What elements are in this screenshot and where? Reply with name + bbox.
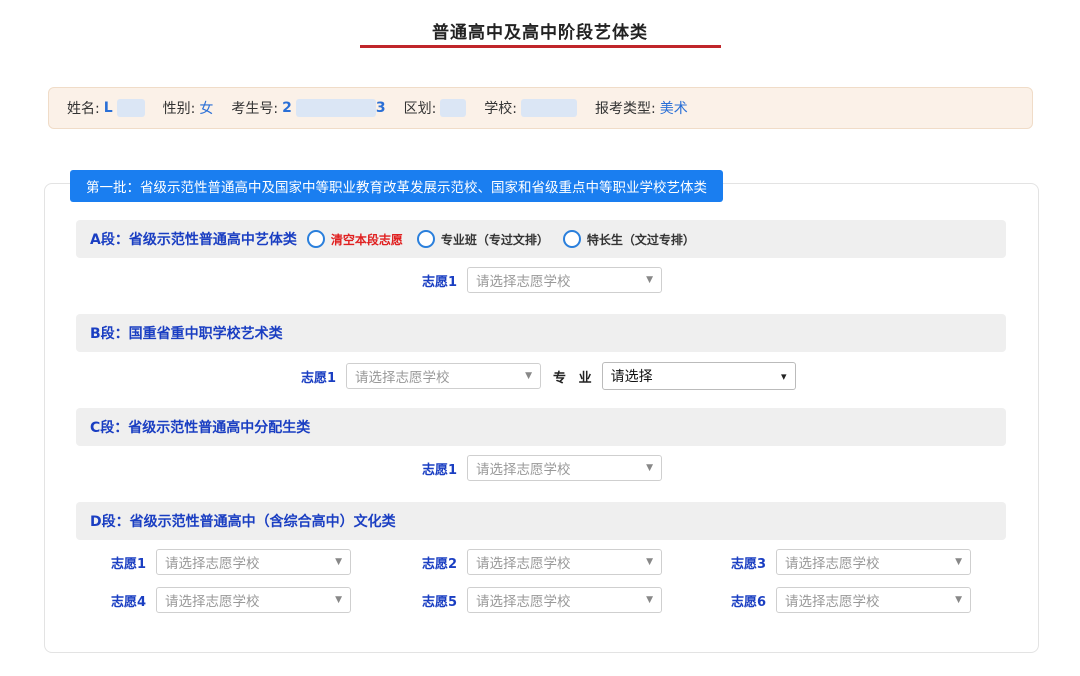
school-select[interactable]: 请选择志愿学校 ▼ bbox=[467, 455, 663, 481]
radio-circle-icon[interactable] bbox=[306, 230, 325, 248]
caret-down-icon: ▼ bbox=[955, 557, 963, 567]
info-gender: 性别: 女 bbox=[163, 98, 214, 118]
school-select-placeholder: 请选择志愿学校 bbox=[165, 556, 260, 572]
caret-down-icon: ▼ bbox=[955, 595, 963, 605]
segment-d-title: D段：省级示范性普通高中（含综合高中）文化类 bbox=[90, 514, 396, 530]
school-select-placeholder: 请选择志愿学校 bbox=[785, 594, 880, 610]
caret-down-icon: ▼ bbox=[525, 371, 533, 381]
exam-no-prefix: 2 bbox=[282, 100, 292, 116]
school-select-placeholder: 请选择志愿学校 bbox=[476, 274, 571, 290]
segment-d-wish-6: 志愿6 请选择志愿学校 ▼ bbox=[731, 587, 972, 613]
radio-circle-icon[interactable] bbox=[416, 230, 435, 248]
segment-a-title: A段：省级示范性普通高中艺体类 bbox=[90, 232, 297, 248]
gender-label: 性别: bbox=[162, 101, 196, 117]
wish-label: 志愿1 bbox=[111, 556, 147, 572]
gender-value: 女 bbox=[199, 101, 214, 117]
school-select[interactable]: 请选择志愿学校 ▼ bbox=[776, 587, 972, 613]
school-select[interactable]: 请选择志愿学校 ▼ bbox=[467, 587, 663, 613]
district-label: 区划: bbox=[403, 101, 437, 117]
wish-label: 志愿5 bbox=[422, 594, 458, 610]
caret-down-icon: ▼ bbox=[646, 557, 654, 567]
name-label: 姓名: bbox=[67, 101, 100, 117]
info-type: 报考类型: 美术 bbox=[595, 98, 688, 118]
exam-no-suffix: 3 bbox=[375, 100, 386, 116]
school-masked bbox=[521, 99, 578, 117]
segment-b-header: B段：国重省重中职学校艺术类 bbox=[76, 314, 1006, 352]
info-school: 学校: bbox=[484, 98, 578, 118]
wish-label: 志愿4 bbox=[111, 594, 147, 610]
segment-d-header: D段：省级示范性普通高中（含综合高中）文化类 bbox=[76, 502, 1006, 540]
caret-down-icon: ▼ bbox=[335, 595, 343, 605]
school-select[interactable]: 请选择志愿学校 ▼ bbox=[776, 549, 972, 575]
caret-down-icon: ▼ bbox=[335, 557, 343, 567]
school-select[interactable]: 请选择志愿学校 ▼ bbox=[156, 549, 352, 575]
segment-a-header: A段：省级示范性普通高中艺体类 清空本段志愿 专业班（专过文排） 特长生（文过专… bbox=[76, 220, 1006, 258]
wish-label: 志愿1 bbox=[422, 274, 458, 290]
school-select[interactable]: 请选择志愿学校 ▼ bbox=[346, 363, 542, 389]
school-select[interactable]: 请选择志愿学校 ▼ bbox=[467, 267, 663, 293]
exam-no-masked bbox=[295, 99, 376, 117]
caret-down-icon: ▼ bbox=[646, 595, 654, 605]
name-masked bbox=[116, 99, 145, 117]
major-label: 专 业 bbox=[553, 370, 596, 386]
school-select[interactable]: 请选择志愿学校 ▼ bbox=[156, 587, 352, 613]
segment-b-title: B段：国重省重中职学校艺术类 bbox=[90, 326, 283, 342]
wish-label: 志愿3 bbox=[731, 556, 767, 572]
segment-c-title: C段：省级示范性普通高中分配生类 bbox=[90, 420, 311, 436]
school-select-placeholder: 请选择志愿学校 bbox=[165, 594, 260, 610]
student-info-bar: 姓名: L 性别: 女 考生号: 2 3 区划: 学校: 报考类型: 美术 bbox=[48, 87, 1033, 129]
radio-clear-segment[interactable]: 清空本段志愿 bbox=[306, 230, 403, 248]
major-select-value: 请选择 bbox=[610, 369, 653, 385]
radio-clear-label: 清空本段志愿 bbox=[330, 232, 403, 247]
segment-d-wish-1: 志愿1 请选择志愿学校 ▼ bbox=[111, 549, 352, 575]
wish-label: 志愿1 bbox=[422, 462, 458, 478]
radio-specialty-label: 特长生（文过专排） bbox=[586, 232, 695, 247]
wish-label: 志愿6 bbox=[731, 594, 767, 610]
school-select-placeholder: 请选择志愿学校 bbox=[476, 556, 571, 572]
chevron-down-icon: ▾ bbox=[781, 369, 787, 383]
wish-label: 志愿2 bbox=[422, 556, 458, 572]
school-select-placeholder: 请选择志愿学校 bbox=[785, 556, 880, 572]
info-district: 区划: bbox=[404, 98, 467, 118]
batch-tab[interactable]: 第一批：省级示范性普通高中及国家中等职业教育改革发展示范校、国家和省级重点中等职… bbox=[70, 170, 723, 202]
segment-c-header: C段：省级示范性普通高中分配生类 bbox=[76, 408, 1006, 446]
radio-circle-icon[interactable] bbox=[562, 230, 581, 248]
exam-no-label: 考生号: bbox=[231, 101, 279, 117]
segment-d-wish-2: 志愿2 请选择志愿学校 ▼ bbox=[422, 549, 663, 575]
segment-d-wish-3: 志愿3 请选择志愿学校 ▼ bbox=[731, 549, 972, 575]
type-label: 报考类型: bbox=[595, 101, 656, 117]
name-value: L bbox=[103, 100, 113, 116]
radio-major-class[interactable]: 专业班（专过文排） bbox=[416, 230, 549, 248]
segment-a-wish-row: 志愿1 请选择志愿学校 ▼ bbox=[422, 267, 663, 293]
segment-c-wish-row: 志愿1 请选择志愿学校 ▼ bbox=[422, 455, 663, 481]
segment-a-options: 清空本段志愿 专业班（专过文排） 特长生（文过专排） bbox=[306, 230, 709, 248]
segment-b-wish-row: 志愿1 请选择志愿学校 ▼ 专 业 请选择 ▾ bbox=[301, 362, 796, 390]
school-select-placeholder: 请选择志愿学校 bbox=[476, 462, 571, 478]
school-select-placeholder: 请选择志愿学校 bbox=[476, 594, 571, 610]
school-select-placeholder: 请选择志愿学校 bbox=[355, 370, 450, 386]
radio-specialty-student[interactable]: 特长生（文过专排） bbox=[562, 230, 695, 248]
major-select[interactable]: 请选择 ▾ bbox=[601, 362, 796, 390]
wish-label: 志愿1 bbox=[301, 370, 337, 386]
info-name: 姓名: L bbox=[67, 98, 145, 118]
type-value: 美术 bbox=[659, 101, 688, 117]
caret-down-icon: ▼ bbox=[646, 275, 654, 285]
segment-d-wish-4: 志愿4 请选择志愿学校 ▼ bbox=[111, 587, 352, 613]
school-select[interactable]: 请选择志愿学校 ▼ bbox=[467, 549, 663, 575]
district-masked bbox=[440, 99, 467, 117]
page-title: 普通高中及高中阶段艺体类 bbox=[432, 23, 648, 43]
segment-d-wish-5: 志愿5 请选择志愿学校 ▼ bbox=[422, 587, 663, 613]
info-exam-no: 考生号: 2 3 bbox=[231, 98, 386, 118]
caret-down-icon: ▼ bbox=[646, 463, 654, 473]
radio-major-label: 专业班（专过文排） bbox=[440, 232, 549, 247]
school-label: 学校: bbox=[484, 101, 518, 117]
title-underline bbox=[360, 45, 721, 48]
